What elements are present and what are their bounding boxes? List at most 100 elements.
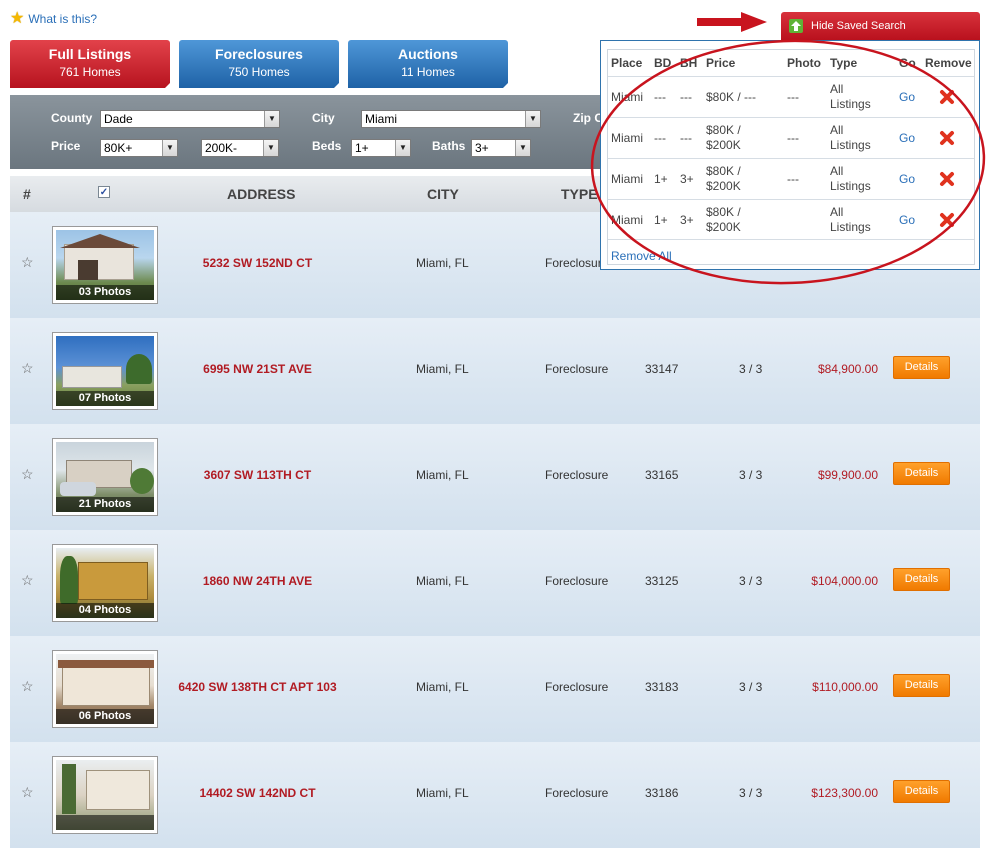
city-select[interactable]: Miami ▼ [361, 110, 541, 128]
price-min-value: 80K+ [104, 141, 133, 155]
remove-all-link[interactable]: Remove All [611, 249, 672, 263]
favorite-star-icon[interactable]: ☆ [21, 784, 34, 801]
details-button[interactable]: Details [893, 780, 950, 803]
select-all-checkbox[interactable]: ✓ [98, 186, 110, 198]
saved-go-link[interactable]: Go [899, 90, 915, 105]
saved-go-link[interactable]: Go [899, 131, 915, 146]
saved-photo: --- [787, 131, 799, 145]
saved-bd: --- [654, 131, 666, 145]
photo-count [56, 815, 154, 830]
chevron-down-icon: ▼ [515, 140, 530, 156]
city-label: City [312, 111, 335, 125]
saved-col-bd: BD [654, 56, 672, 70]
favorite-star-icon[interactable]: ☆ [21, 360, 34, 377]
tab-title: Auctions [398, 46, 458, 62]
saved-type-line1: All [830, 123, 844, 137]
listing-type: Foreclosure [545, 680, 609, 694]
listing-photo[interactable]: 04 Photos [52, 544, 158, 622]
saved-search-row: Miami --- --- $80K / --- --- All Listing… [608, 76, 974, 117]
saved-col-remove: Remove [925, 56, 972, 70]
saved-place: Miami [611, 172, 643, 186]
col-address: ADDRESS [227, 186, 296, 202]
remove-x-icon[interactable] [939, 89, 955, 105]
saved-type-line1: All [830, 164, 844, 178]
listing-zip: 33165 [645, 468, 679, 482]
details-button[interactable]: Details [893, 674, 950, 697]
favorite-star-icon[interactable]: ☆ [21, 254, 34, 271]
saved-go-link[interactable]: Go [899, 213, 915, 228]
listing-address-link[interactable]: 3607 SW 113TH CT [160, 468, 355, 482]
county-select[interactable]: Dade ▼ [100, 110, 280, 128]
listing-photo[interactable] [52, 756, 158, 834]
price-label: Price [51, 139, 81, 153]
help-link-group: ★ What is this? [10, 11, 97, 27]
listing-address-link[interactable]: 14402 SW 142ND CT [160, 786, 355, 800]
listing-price: $99,900.00 [817, 468, 878, 482]
listing-bed-bath: 3 / 3 [739, 680, 763, 694]
tab-count: 11 Homes [401, 65, 455, 79]
city-value: Miami [365, 112, 397, 126]
details-button[interactable]: Details [893, 462, 950, 485]
saved-price-line1: $80K / [706, 205, 741, 219]
saved-search-row: Miami 1+ 3+ $80K / $200K --- All Listing… [608, 158, 974, 199]
listing-photo[interactable]: 03 Photos [52, 226, 158, 304]
remove-x-icon[interactable] [939, 171, 955, 187]
saved-photo: --- [787, 172, 799, 186]
remove-x-icon[interactable] [939, 212, 955, 228]
saved-col-photo: Photo [787, 56, 821, 70]
details-button[interactable]: Details [893, 356, 950, 379]
saved-search-row: Miami --- --- $80K / $200K --- All Listi… [608, 117, 974, 158]
hide-saved-search-button[interactable]: Hide Saved Search [781, 12, 980, 40]
what-is-this-link[interactable]: What is this? [28, 12, 97, 26]
col-type: TYPE [561, 186, 598, 202]
listing-city: Miami, FL [416, 468, 469, 482]
listing-type: Foreclosure [545, 256, 609, 270]
col-city: CITY [427, 186, 459, 202]
saved-place: Miami [611, 131, 643, 145]
chevron-down-icon: ▼ [525, 111, 540, 127]
saved-price-line1: $80K / [706, 164, 741, 178]
price-max-value: 200K- [205, 141, 238, 155]
arrow-up-icon [789, 19, 803, 33]
listing-city: Miami, FL [416, 256, 469, 270]
saved-price-line2: $200K [706, 220, 741, 234]
favorite-star-icon[interactable]: ☆ [21, 572, 34, 589]
tab-full-listings[interactable]: Full Listings 761 Homes [10, 40, 171, 88]
saved-bh: --- [680, 90, 692, 104]
baths-select[interactable]: 3+ ▼ [471, 139, 531, 157]
listing-price: $123,300.00 [811, 786, 878, 800]
remove-x-icon[interactable] [939, 130, 955, 146]
tab-count: 761 Homes [59, 65, 121, 79]
listing-city: Miami, FL [416, 680, 469, 694]
price-max-select[interactable]: 200K- ▼ [201, 139, 279, 157]
tab-foreclosures[interactable]: Foreclosures 750 Homes [179, 40, 340, 88]
tab-title: Full Listings [48, 46, 132, 62]
zip-label: Zip C [573, 111, 603, 125]
saved-price-line2: $200K [706, 138, 741, 152]
listing-photo[interactable]: 06 Photos [52, 650, 158, 728]
saved-col-price: Price [706, 56, 736, 70]
listing-photo[interactable]: 21 Photos [52, 438, 158, 516]
listing-address-link[interactable]: 6420 SW 138TH CT APT 103 [160, 680, 355, 694]
tab-auctions[interactable]: Auctions 11 Homes [348, 40, 509, 88]
chevron-down-icon: ▼ [395, 140, 410, 156]
beds-label: Beds [312, 139, 342, 153]
listing-address-link[interactable]: 1860 NW 24TH AVE [160, 574, 355, 588]
saved-type-line1: All [830, 82, 844, 96]
saved-place: Miami [611, 90, 643, 104]
listing-photo[interactable]: 07 Photos [52, 332, 158, 410]
favorite-star-icon[interactable]: ☆ [21, 678, 34, 695]
listing-address-link[interactable]: 6995 NW 21ST AVE [160, 362, 355, 376]
favorite-star-icon[interactable]: ☆ [21, 466, 34, 483]
beds-select[interactable]: 1+ ▼ [351, 139, 411, 157]
details-button[interactable]: Details [893, 568, 950, 591]
hide-saved-search-label: Hide Saved Search [811, 20, 906, 32]
listing-address-link[interactable]: 5232 SW 152ND CT [160, 256, 355, 270]
saved-go-link[interactable]: Go [899, 172, 915, 187]
listing-bed-bath: 3 / 3 [739, 574, 763, 588]
price-min-select[interactable]: 80K+ ▼ [100, 139, 178, 157]
listing-city: Miami, FL [416, 362, 469, 376]
listing-zip: 33147 [645, 362, 679, 376]
table-row: ☆ 07 Photos 6995 NW 21ST AVE Miami, FL F… [10, 318, 980, 424]
tab-count: 750 Homes [228, 65, 290, 79]
